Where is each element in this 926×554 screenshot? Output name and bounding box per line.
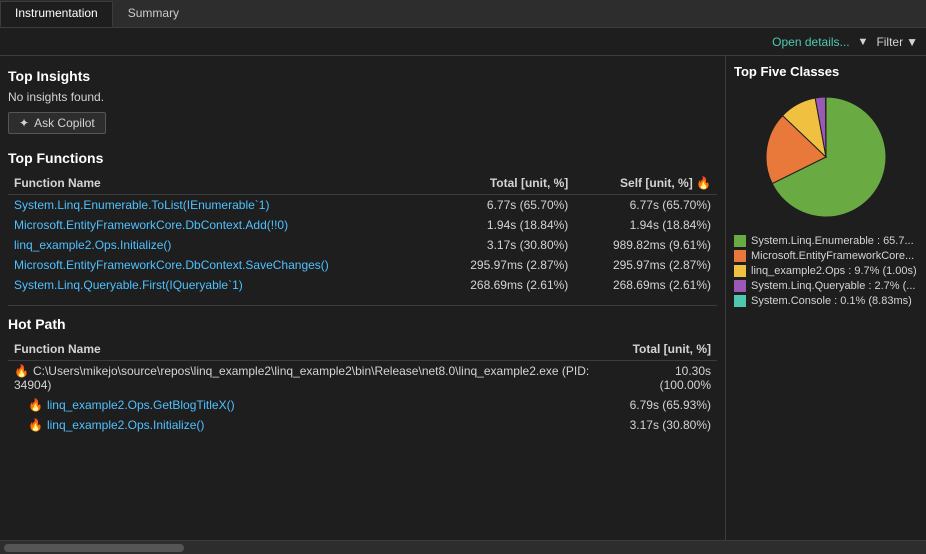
no-insights-text: No insights found. (8, 90, 717, 104)
func-name[interactable]: System.Linq.Queryable.First(IQueryable`1… (8, 275, 432, 295)
ask-copilot-label: Ask Copilot (34, 116, 95, 130)
hot-path-title: Hot Path (8, 316, 717, 332)
legend-item: System.Linq.Queryable : 2.7% (... (734, 280, 918, 292)
pie-chart-svg (756, 87, 896, 227)
table-row[interactable]: System.Linq.Queryable.First(IQueryable`1… (8, 275, 717, 295)
tab-bar: Instrumentation Summary (0, 0, 926, 28)
table-row[interactable]: Microsoft.EntityFrameworkCore.DbContext.… (8, 255, 717, 275)
table-row[interactable]: Microsoft.EntityFrameworkCore.DbContext.… (8, 215, 717, 235)
left-panel: Top Insights No insights found. ✦ Ask Co… (0, 56, 726, 540)
legend-label-text: System.Linq.Queryable : 2.7% (... (751, 280, 915, 292)
func-name[interactable]: Microsoft.EntityFrameworkCore.DbContext.… (8, 255, 432, 275)
func-self: 1.94s (18.84%) (574, 215, 717, 235)
fire-icon: 🔥 (14, 364, 29, 378)
func-name[interactable]: Microsoft.EntityFrameworkCore.DbContext.… (8, 215, 432, 235)
ask-copilot-button[interactable]: ✦ Ask Copilot (8, 112, 106, 134)
legend-label-text: Microsoft.EntityFrameworkCore... (751, 250, 914, 262)
legend-item: Microsoft.EntityFrameworkCore... (734, 250, 918, 262)
top-insights-section: Top Insights No insights found. ✦ Ask Co… (8, 68, 717, 146)
pie-chart-container (734, 87, 918, 227)
separator (8, 305, 717, 306)
top-functions-title: Top Functions (8, 150, 717, 166)
legend-item: System.Linq.Enumerable : 65.7... (734, 235, 918, 247)
tab-summary[interactable]: Summary (113, 1, 194, 27)
legend-label-text: linq_example2.Ops : 9.7% (1.00s) (751, 265, 917, 277)
list-item[interactable]: 🔥C:\Users\mikejo\source\repos\linq_examp… (8, 361, 717, 396)
func-total: 295.97ms (2.87%) (432, 255, 575, 275)
col-self: Self [unit, %] 🔥 (574, 172, 717, 195)
table-row[interactable]: linq_example2.Ops.Initialize() 3.17s (30… (8, 235, 717, 255)
func-self: 989.82ms (9.61%) (574, 235, 717, 255)
hot-func-total: 6.79s (65.93%) (621, 395, 717, 415)
legend-color-swatch (734, 235, 746, 247)
copilot-icon: ✦ (19, 116, 29, 130)
filter-label: Filter (876, 35, 903, 49)
legend-color-swatch (734, 265, 746, 277)
hot-func-root: 🔥C:\Users\mikejo\source\repos\linq_examp… (8, 361, 621, 396)
func-name[interactable]: System.Linq.Enumerable.ToList(IEnumerabl… (8, 195, 432, 216)
list-item[interactable]: 🔥linq_example2.Ops.GetBlogTitleX() 6.79s… (8, 395, 717, 415)
top-functions-section: Top Functions Function Name Total [unit,… (8, 150, 717, 295)
top-functions-table: Function Name Total [unit, %] Self [unit… (8, 172, 717, 295)
func-name[interactable]: linq_example2.Ops.Initialize() (8, 235, 432, 255)
hot-func-name[interactable]: 🔥linq_example2.Ops.Initialize() (8, 415, 621, 435)
tab-instrumentation[interactable]: Instrumentation (0, 1, 113, 27)
legend-label-text: System.Linq.Enumerable : 65.7... (751, 235, 914, 247)
hot-path-table: Function Name Total [unit, %] 🔥C:\Users\… (8, 338, 717, 435)
right-panel: Top Five Classes System.Linq.Enumerable … (726, 56, 926, 540)
scroll-thumb[interactable] (4, 544, 184, 552)
func-total: 3.17s (30.80%) (432, 235, 575, 255)
hot-col-total: Total [unit, %] (621, 338, 717, 361)
legend-item: linq_example2.Ops : 9.7% (1.00s) (734, 265, 918, 277)
filter-button[interactable]: Filter ▼ (876, 35, 918, 49)
func-self: 295.97ms (2.87%) (574, 255, 717, 275)
legend-label-text: System.Console : 0.1% (8.83ms) (751, 295, 912, 307)
func-total: 6.77s (65.70%) (432, 195, 575, 216)
table-row[interactable]: System.Linq.Enumerable.ToList(IEnumerabl… (8, 195, 717, 216)
func-self: 268.69ms (2.61%) (574, 275, 717, 295)
col-function-name: Function Name (8, 172, 432, 195)
flame-icon: 🔥 (28, 418, 43, 432)
func-total: 268.69ms (2.61%) (432, 275, 575, 295)
hot-path-section: Hot Path Function Name Total [unit, %] 🔥… (8, 316, 717, 435)
flame-icon: 🔥 (28, 398, 43, 412)
hot-col-function-name: Function Name (8, 338, 621, 361)
top-insights-title: Top Insights (8, 68, 717, 84)
func-total: 1.94s (18.84%) (432, 215, 575, 235)
col-total: Total [unit, %] (432, 172, 575, 195)
open-details-link[interactable]: Open details... (772, 35, 849, 49)
legend-color-swatch (734, 295, 746, 307)
filter-icon: ▼ (858, 36, 869, 48)
hot-func-total: 3.17s (30.80%) (621, 415, 717, 435)
main-layout: Top Insights No insights found. ✦ Ask Co… (0, 56, 926, 540)
filter-chevron-icon: ▼ (906, 35, 918, 49)
func-self: 6.77s (65.70%) (574, 195, 717, 216)
horizontal-scrollbar[interactable] (0, 540, 926, 554)
legend-color-swatch (734, 250, 746, 262)
toolbar: Open details... ▼ Filter ▼ (0, 28, 926, 56)
legend-color-swatch (734, 280, 746, 292)
hot-func-total: 10.30s (100.00% (621, 361, 717, 396)
hot-func-name[interactable]: 🔥linq_example2.Ops.GetBlogTitleX() (8, 395, 621, 415)
list-item[interactable]: 🔥linq_example2.Ops.Initialize() 3.17s (3… (8, 415, 717, 435)
pie-chart-title: Top Five Classes (734, 64, 918, 79)
legend-item: System.Console : 0.1% (8.83ms) (734, 295, 918, 307)
legend: System.Linq.Enumerable : 65.7... Microso… (734, 235, 918, 310)
